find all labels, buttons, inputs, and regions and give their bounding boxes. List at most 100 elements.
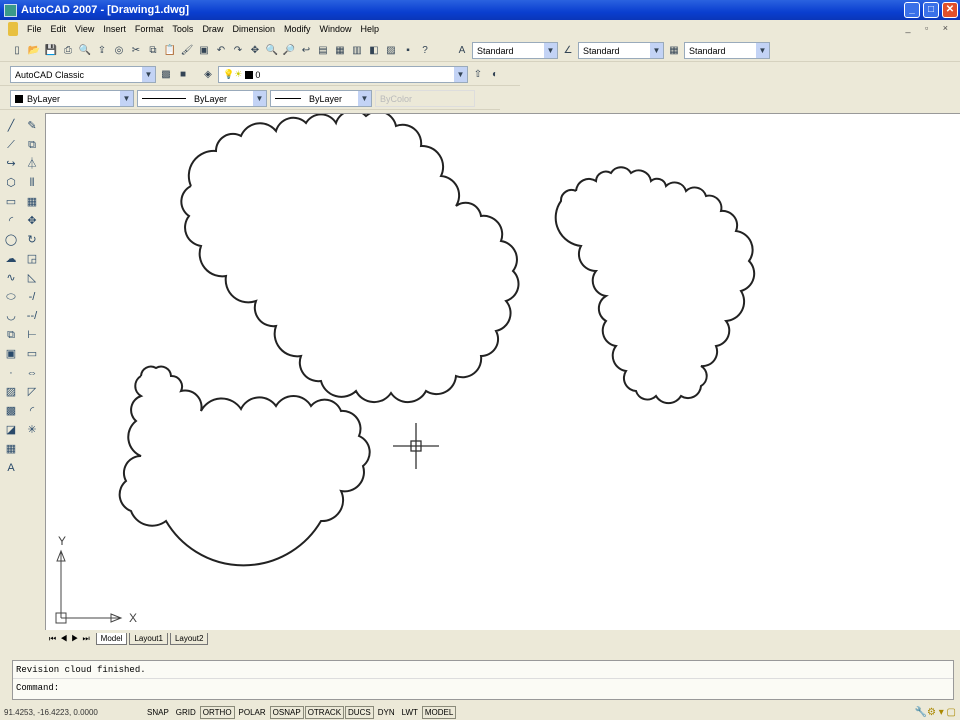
join-icon[interactable]: ⇔ [25, 366, 39, 380]
block-editor-icon[interactable]: ▣ [197, 44, 211, 58]
close-button[interactable]: ✕ [942, 2, 958, 18]
construction-line-icon[interactable]: ⟋ [4, 138, 18, 152]
drawing-svg[interactable]: Y X [46, 109, 960, 631]
rotate-icon[interactable]: ↻ [25, 233, 39, 247]
tab-layout2[interactable]: Layout2 [169, 633, 209, 645]
tab-model[interactable]: Model [95, 633, 128, 645]
command-prompt[interactable]: Command: [13, 679, 953, 697]
pan-icon[interactable]: ✥ [248, 44, 262, 58]
redo-icon[interactable]: ↷ [231, 44, 245, 58]
layer-manager-icon[interactable]: ◈ [201, 68, 215, 82]
plot-preview-icon[interactable]: 🔍 [78, 44, 92, 58]
break-at-point-icon[interactable]: ⊢ [25, 328, 39, 342]
undo-icon[interactable]: ↶ [214, 44, 228, 58]
chevron-down-icon[interactable]: ▼ [120, 91, 133, 106]
chamfer-icon[interactable]: ◸ [25, 385, 39, 399]
erase-icon[interactable]: ✎ [25, 119, 39, 133]
polyline-icon[interactable]: ↪ [4, 157, 18, 171]
toggle-dyn[interactable]: DYN [375, 706, 398, 719]
minimize-button[interactable]: _ [904, 2, 920, 18]
ellipse-arc-icon[interactable]: ◡ [4, 309, 18, 323]
save-icon[interactable]: 💾 [44, 44, 58, 58]
chevron-down-icon[interactable]: ▼ [756, 43, 769, 58]
menu-format[interactable]: Format [135, 24, 164, 34]
help-icon[interactable]: ? [418, 44, 432, 58]
line-icon[interactable]: ╱ [4, 119, 18, 133]
new-icon[interactable]: ▯ [10, 44, 24, 58]
revision-cloud-3[interactable] [118, 365, 371, 567]
tool-palettes-icon[interactable]: ▥ [350, 44, 364, 58]
array-icon[interactable]: ▦ [25, 195, 39, 209]
revision-cloud-icon[interactable]: ☁ [4, 252, 18, 266]
open-icon[interactable]: 📂 [27, 44, 41, 58]
3d-dwf-icon[interactable]: ◎ [112, 44, 126, 58]
menu-dimension[interactable]: Dimension [232, 24, 275, 34]
hatch-icon[interactable]: ▨ [4, 385, 18, 399]
chevron-down-icon[interactable]: ▼ [544, 43, 557, 58]
scale-icon[interactable]: ◲ [25, 252, 39, 266]
workspace-select[interactable]: AutoCAD Classic ▼ [10, 66, 156, 83]
fillet-icon[interactable]: ◜ [25, 404, 39, 418]
workspace-settings-icon[interactable]: ▩ [159, 68, 173, 82]
move-icon[interactable]: ✥ [25, 214, 39, 228]
toggle-osnap[interactable]: OSNAP [269, 705, 304, 719]
zoom-previous-icon[interactable]: ↩ [299, 44, 313, 58]
menu-view[interactable]: View [75, 24, 94, 34]
toggle-ortho[interactable]: ORTHO [199, 705, 235, 719]
table-icon[interactable]: ▦ [4, 442, 18, 456]
zoom-realtime-icon[interactable]: 🔍 [265, 44, 279, 58]
make-block-icon[interactable]: ▣ [4, 347, 18, 361]
toggle-snap[interactable]: SNAP [144, 706, 172, 719]
menu-modify[interactable]: Modify [284, 24, 311, 34]
sheet-set-icon[interactable]: ◧ [367, 44, 381, 58]
dim-style-select[interactable]: Standard ▼ [578, 42, 664, 59]
chevron-down-icon[interactable]: ▼ [650, 43, 663, 58]
arc-icon[interactable]: ◜ [4, 214, 18, 228]
point-icon[interactable]: · [4, 366, 18, 380]
revision-cloud-1[interactable] [180, 109, 520, 404]
menu-insert[interactable]: Insert [103, 24, 126, 34]
trim-icon[interactable]: -/ [25, 290, 39, 304]
text-style-select[interactable]: Standard ▼ [472, 42, 558, 59]
insert-block-icon[interactable]: ⧉ [4, 328, 18, 342]
spline-icon[interactable]: ∿ [4, 271, 18, 285]
tray-icons[interactable]: 🔧⚙ ▾ ▢ [915, 707, 956, 718]
multiline-text-icon[interactable]: A [4, 461, 18, 475]
revision-cloud-2[interactable] [554, 166, 756, 405]
make-current-layer-icon[interactable]: ⇧ [471, 68, 485, 82]
chevron-down-icon[interactable]: ▼ [454, 67, 467, 82]
chevron-down-icon[interactable]: ▼ [253, 91, 266, 106]
table-style-select[interactable]: Standard ▼ [684, 42, 770, 59]
workspace-save-icon[interactable]: ■ [176, 68, 190, 82]
toggle-otrack[interactable]: OTRACK [304, 705, 345, 719]
publish-icon[interactable]: ⇪ [95, 44, 109, 58]
mdi-window-controls[interactable]: _ ▫ × [906, 23, 954, 33]
chevron-down-icon[interactable]: ▼ [358, 91, 371, 106]
copy-icon[interactable]: ⧉ [146, 44, 160, 58]
cut-icon[interactable]: ✂ [129, 44, 143, 58]
linetype-select[interactable]: ByLayer ▼ [137, 90, 267, 107]
tab-nav-arrows[interactable]: ⏮◀▶⏭ [49, 634, 94, 644]
toggle-grid[interactable]: GRID [173, 706, 199, 719]
toggle-polar[interactable]: POLAR [236, 706, 269, 719]
circle-icon[interactable]: ◯ [4, 233, 18, 247]
drawing-canvas[interactable]: Y X [45, 109, 960, 631]
menu-edit[interactable]: Edit [51, 24, 67, 34]
region-icon[interactable]: ◪ [4, 423, 18, 437]
zoom-window-icon[interactable]: 🔎 [282, 44, 296, 58]
lineweight-select[interactable]: ByLayer ▼ [270, 90, 372, 107]
color-select[interactable]: ByLayer ▼ [10, 90, 134, 107]
menu-help[interactable]: Help [361, 24, 380, 34]
chevron-down-icon[interactable]: ▼ [142, 67, 155, 82]
offset-icon[interactable]: ⫴ [25, 176, 39, 190]
ellipse-icon[interactable]: ⬭ [4, 290, 18, 304]
polygon-icon[interactable]: ⬡ [4, 176, 18, 190]
paste-icon[interactable]: 📋 [163, 44, 177, 58]
properties-icon[interactable]: ▤ [316, 44, 330, 58]
quickcalc-icon[interactable]: ▪ [401, 44, 415, 58]
menu-window[interactable]: Window [320, 24, 352, 34]
toggle-lwt[interactable]: LWT [399, 706, 421, 719]
layer-previous-icon[interactable]: ◐ [488, 68, 502, 82]
command-window[interactable]: Revision cloud finished. Command: [12, 660, 954, 700]
plot-icon[interactable]: ⎙ [61, 44, 75, 58]
